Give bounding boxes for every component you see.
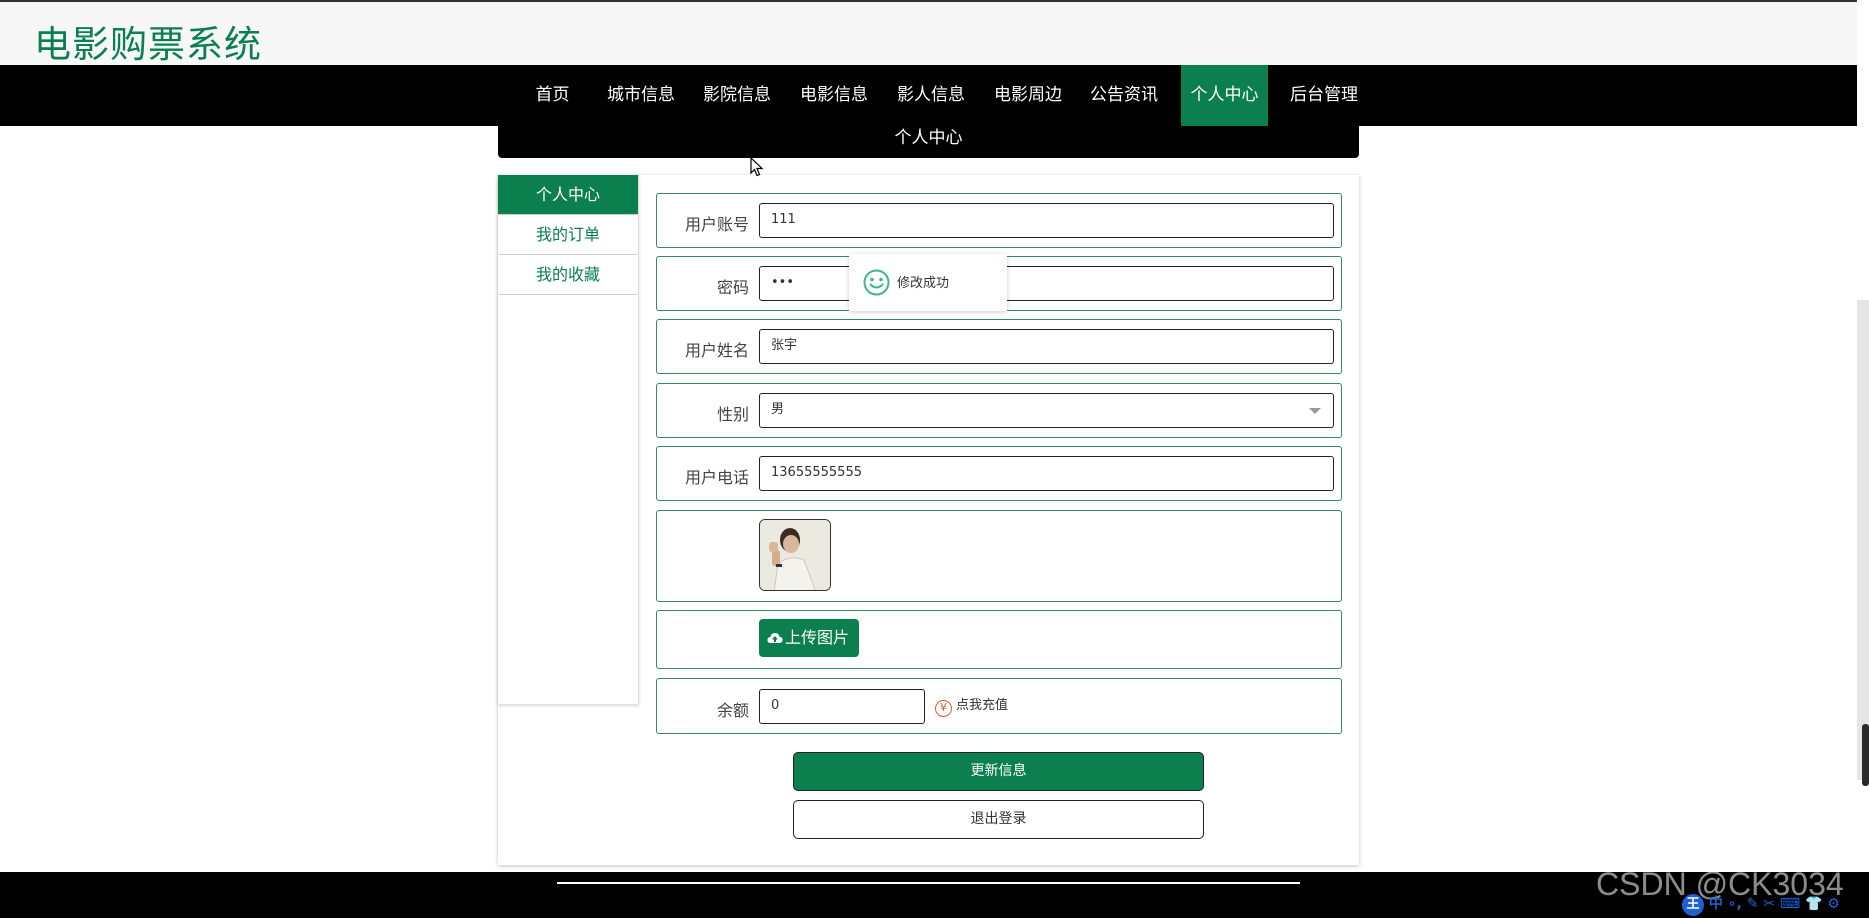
- upload-image-button[interactable]: 上传图片: [759, 619, 859, 657]
- footer-divider: [557, 882, 1300, 884]
- account-input[interactable]: 111: [759, 203, 1334, 238]
- gender-label: 性别: [716, 405, 749, 424]
- recharge-label: 点我充值: [956, 698, 1009, 713]
- nav-item-news[interactable]: 公告资讯: [1084, 65, 1164, 126]
- upload-button-label: 上传图片: [785, 628, 850, 647]
- page: 电影购票系统 首页 城市信息 影院信息 电影信息 影人信息 电影周边 公告资讯 …: [0, 0, 1869, 918]
- footer: [0, 872, 1869, 918]
- page-title-bar: 个人中心: [498, 126, 1359, 158]
- sidebar: 个人中心 我的订单 我的收藏: [498, 175, 639, 704]
- account-label: 用户账号: [684, 215, 749, 234]
- nav-item-merch[interactable]: 电影周边: [988, 65, 1068, 126]
- gender-selected-value: 男: [771, 402, 785, 417]
- ime-toolbar-icons: 中 ∘, ✎ ✂ ⌨ 👕 ⚙: [1708, 896, 1840, 912]
- top-header: 电影购票系统: [0, 0, 1857, 66]
- password-label: 密码: [716, 278, 749, 297]
- form-row-upload: 上传图片: [656, 610, 1342, 669]
- nav-item-cinema[interactable]: 影院信息: [697, 65, 777, 126]
- avatar-image: [759, 519, 831, 591]
- site-title: 电影购票系统: [34, 23, 262, 66]
- nav-item-city[interactable]: 城市信息: [601, 65, 681, 126]
- form-row-avatar: [656, 510, 1342, 602]
- sidebar-item-favorites[interactable]: 我的收藏: [498, 255, 638, 295]
- nav-item-movie[interactable]: 电影信息: [794, 65, 874, 126]
- nav-item-admin[interactable]: 后台管理: [1284, 65, 1364, 126]
- nav-item-home[interactable]: 首页: [520, 65, 585, 126]
- smile-icon: [863, 269, 890, 296]
- form-row-phone: 用户电话 13655555555: [656, 446, 1342, 501]
- yen-icon: ¥: [935, 700, 952, 717]
- ime-logo-icon: 王: [1682, 894, 1704, 916]
- form-row-account: 用户账号 111: [656, 193, 1342, 248]
- cloud-upload-icon: [767, 633, 783, 643]
- phone-label: 用户电话: [684, 468, 749, 487]
- sidebar-item-orders[interactable]: 我的订单: [498, 215, 638, 255]
- phone-input[interactable]: 13655555555: [759, 456, 1334, 491]
- gender-select[interactable]: 男: [759, 393, 1334, 428]
- form-row-gender: 性别 男: [656, 383, 1342, 438]
- name-label: 用户姓名: [684, 341, 749, 360]
- chevron-down-icon: [1309, 408, 1321, 414]
- success-toast: 修改成功: [849, 254, 1007, 311]
- password-input[interactable]: •••: [759, 266, 1334, 301]
- nav-item-personal-center[interactable]: 个人中心: [1181, 65, 1268, 126]
- logout-button[interactable]: 退出登录: [793, 800, 1204, 839]
- page-title: 个人中心: [894, 128, 963, 148]
- sidebar-item-personal-center[interactable]: 个人中心: [498, 175, 638, 215]
- form-row-balance: 余额 0 ¥ 点我充值: [656, 678, 1342, 734]
- ime-toolbar[interactable]: 王 中 ∘, ✎ ✂ ⌨ 👕 ⚙: [1682, 893, 1840, 916]
- name-input[interactable]: 张宇: [759, 329, 1334, 364]
- update-info-button[interactable]: 更新信息: [793, 752, 1204, 791]
- mouse-cursor-icon: [750, 157, 764, 177]
- balance-label: 余额: [716, 701, 749, 720]
- toast-message: 修改成功: [897, 276, 950, 291]
- nav-item-people[interactable]: 影人信息: [891, 65, 971, 126]
- scrollbar-track[interactable]: [1857, 300, 1869, 780]
- recharge-link[interactable]: ¥ 点我充值: [935, 694, 1008, 717]
- scrollbar-thumb[interactable]: [1862, 724, 1869, 786]
- main-nav: 首页 城市信息 影院信息 电影信息 影人信息 电影周边 公告资讯 个人中心 后台…: [0, 65, 1857, 126]
- balance-input[interactable]: 0: [759, 689, 925, 724]
- form-row-name: 用户姓名 张宇: [656, 319, 1342, 374]
